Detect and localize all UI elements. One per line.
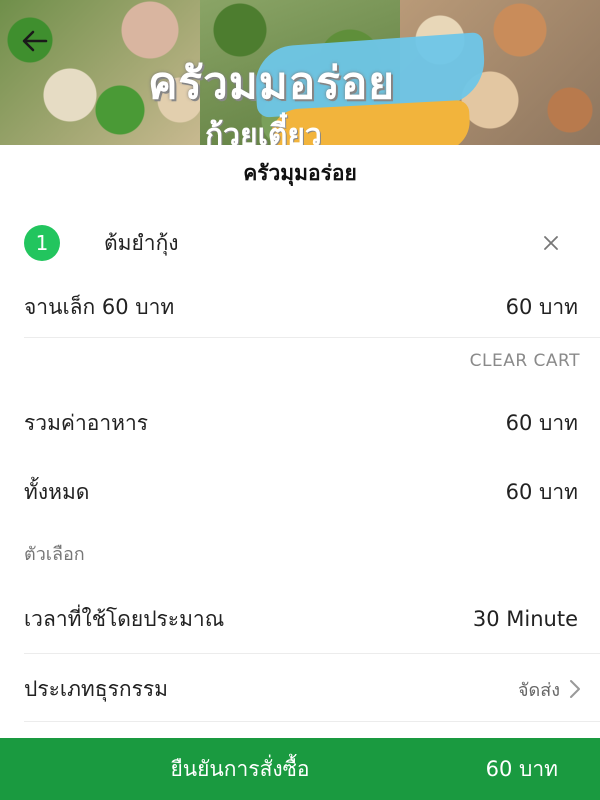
- time-row: เวลาที่ใช้โดยประมาณ 30 Minute: [0, 589, 600, 649]
- remove-item-button[interactable]: [544, 231, 558, 256]
- business-type-row[interactable]: ประเภทธุรกรรม จัดส่ง: [0, 659, 600, 719]
- back-button[interactable]: [18, 24, 52, 58]
- subtotal-row: รวมค่าอาหาร 60 บาท: [0, 393, 600, 453]
- back-arrow-icon: [22, 30, 48, 52]
- confirm-order-button[interactable]: ยืนยันการสั่งซื้อ 60 บาท: [0, 738, 600, 800]
- chevron-right-icon: [570, 680, 580, 698]
- divider: [24, 653, 600, 654]
- time-value: 30 Minute: [472, 607, 578, 631]
- options-section-label: ตัวเลือก: [24, 543, 85, 565]
- total-value: 60 บาท: [505, 479, 578, 504]
- store-logo-text: ครัวมมอร่อย: [148, 58, 396, 109]
- total-row: ทั้งหมด 60 บาท: [0, 462, 600, 522]
- cart-sheet: ครัวมุมอร่อย 1 ต้มยำกุ้ง จานเล็ก 60 บาท …: [0, 145, 600, 800]
- store-logo-subtext: ก้วยเตี๋ยว: [205, 118, 322, 145]
- item-option-row: จานเล็ก 60 บาท 60 บาท: [0, 277, 600, 337]
- business-type-value: จัดส่ง: [517, 679, 560, 701]
- store-title: ครัวมุมอร่อย: [243, 161, 357, 185]
- divider: [24, 721, 600, 722]
- clear-cart-row: CLEAR CART: [0, 331, 600, 391]
- subtotal-value: 60 บาท: [505, 410, 578, 435]
- cart-item-row: 1 ต้มยำกุ้ง: [0, 213, 600, 273]
- item-option-label: จานเล็ก 60 บาท: [24, 294, 175, 319]
- confirm-order-label: ยืนยันการสั่งซื้อ: [170, 756, 310, 781]
- total-label: ทั้งหมด: [24, 479, 90, 504]
- close-icon: [544, 235, 558, 250]
- subtotal-label: รวมค่าอาหาร: [24, 410, 149, 435]
- item-quantity-badge: 1: [24, 225, 60, 261]
- options-section-row: ตัวเลือก: [0, 523, 600, 583]
- hero-banner: ครัวมมอร่อย ก้วยเตี๋ยว: [0, 0, 600, 145]
- item-price: 60 บาท: [505, 294, 578, 319]
- confirm-order-total: 60 บาท: [485, 756, 558, 781]
- clear-cart-button[interactable]: CLEAR CART: [470, 351, 580, 371]
- item-name: ต้มยำกุ้ง: [104, 230, 179, 255]
- time-label: เวลาที่ใช้โดยประมาณ: [24, 606, 225, 631]
- business-type-label: ประเภทธุรกรรม: [24, 676, 168, 701]
